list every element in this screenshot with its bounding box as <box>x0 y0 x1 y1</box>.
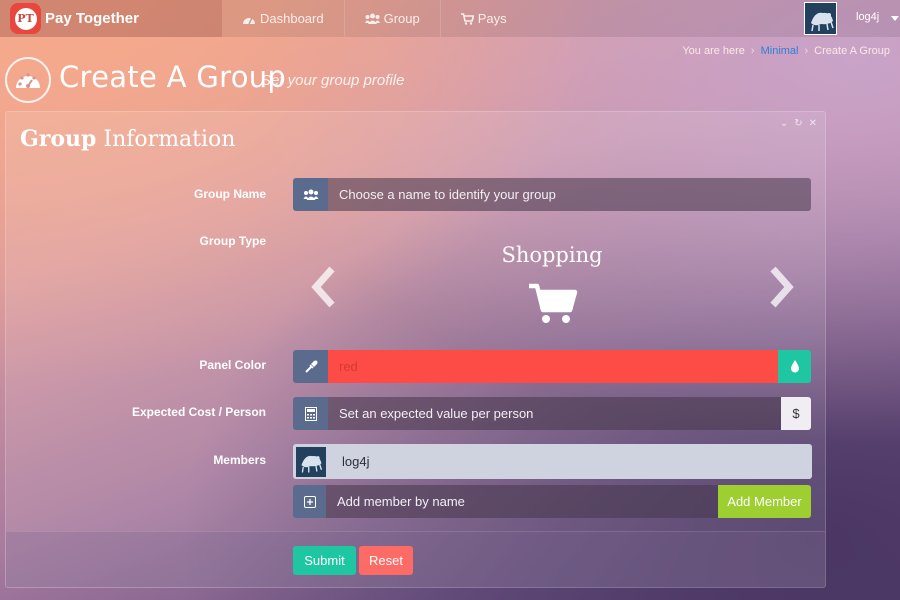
add-member-input-group: Add member by name Add Member <box>293 485 811 518</box>
brand-logo-text: PT <box>14 7 37 30</box>
breadcrumb-prefix: You are here <box>682 45 745 57</box>
expected-cost-input[interactable]: Set an expected value per person <box>328 397 781 430</box>
brand-name: Pay Together <box>45 10 139 27</box>
reset-button[interactable]: Reset <box>359 546 413 575</box>
page-subtitle: Set your group profile <box>261 72 405 89</box>
panel-title-rest: Information <box>96 127 236 152</box>
user-name[interactable]: log4j <box>856 11 879 23</box>
brand-logo: PT <box>10 3 41 34</box>
nav-item-pays[interactable]: Pays <box>441 0 527 37</box>
drop-icon[interactable] <box>778 350 811 383</box>
nav-item-label: Group <box>383 11 420 26</box>
plus-square-icon <box>293 485 326 518</box>
chevron-right-icon: › <box>750 45 755 57</box>
submit-button[interactable]: Submit <box>293 546 356 575</box>
panel-color-label: Panel Color <box>199 358 266 372</box>
panel-color-input[interactable]: red <box>328 350 778 383</box>
eyedropper-icon[interactable] <box>293 350 328 383</box>
shopping-cart-icon <box>529 283 578 323</box>
currency-addon: $ <box>781 397 811 430</box>
nav-item-label: Pays <box>477 11 507 26</box>
group-name-input[interactable]: Choose a name to identify your group <box>328 178 811 211</box>
add-member-input[interactable]: Add member by name <box>326 485 718 518</box>
main-nav: Dashboard Group Pays <box>222 0 527 37</box>
chevron-right-icon[interactable] <box>767 265 797 309</box>
top-navbar: PT Pay Together Dashboard Group Pays log… <box>0 0 900 37</box>
group-type-value: Shopping <box>501 243 603 267</box>
nav-item-dashboard[interactable]: Dashboard <box>222 0 345 37</box>
user-avatar[interactable] <box>804 2 837 35</box>
member-avatar <box>296 446 326 477</box>
users-icon <box>364 13 380 24</box>
panel-color-input-group: red <box>293 350 811 383</box>
breadcrumb: You are here › Minimal › Create A Group <box>682 45 890 57</box>
dashboard-icon <box>5 57 51 103</box>
chevron-left-icon[interactable] <box>308 265 338 309</box>
group-name-input-group: Choose a name to identify your group <box>293 178 811 211</box>
group-type-label: Group Type <box>199 234 266 248</box>
group-name-label: Group Name <box>193 187 266 201</box>
collapse-icon[interactable]: ⌄ <box>780 118 788 129</box>
chevron-right-icon: › <box>804 45 809 57</box>
nav-item-label: Dashboard <box>260 11 324 26</box>
member-name: log4j <box>342 454 370 469</box>
panel-tools: ⌄ ↻ ✕ <box>780 118 817 129</box>
chevron-down-icon[interactable] <box>891 16 899 21</box>
expected-cost-input-group: Set an expected value per person $ <box>293 397 811 430</box>
page-title: Create A Group <box>59 60 287 94</box>
refresh-icon[interactable]: ↻ <box>794 118 802 129</box>
brand[interactable]: PT Pay Together <box>0 0 222 37</box>
close-icon[interactable]: ✕ <box>809 118 817 129</box>
panel-title: Group Information <box>20 126 235 152</box>
breadcrumb-current: Create A Group <box>814 45 890 57</box>
dashboard-icon <box>243 17 255 24</box>
add-member-button[interactable]: Add Member <box>718 485 811 518</box>
member-item: log4j <box>293 444 812 479</box>
panel-title-bold: Group <box>20 126 97 152</box>
breadcrumb-link[interactable]: Minimal <box>761 45 799 57</box>
panel-footer <box>6 531 825 587</box>
users-icon <box>293 178 328 211</box>
nav-item-group[interactable]: Group <box>345 0 441 37</box>
members-label: Members <box>213 453 266 467</box>
expected-cost-label: Expected Cost / Person <box>131 405 266 419</box>
calculator-icon <box>293 397 328 430</box>
cart-icon <box>460 12 474 25</box>
